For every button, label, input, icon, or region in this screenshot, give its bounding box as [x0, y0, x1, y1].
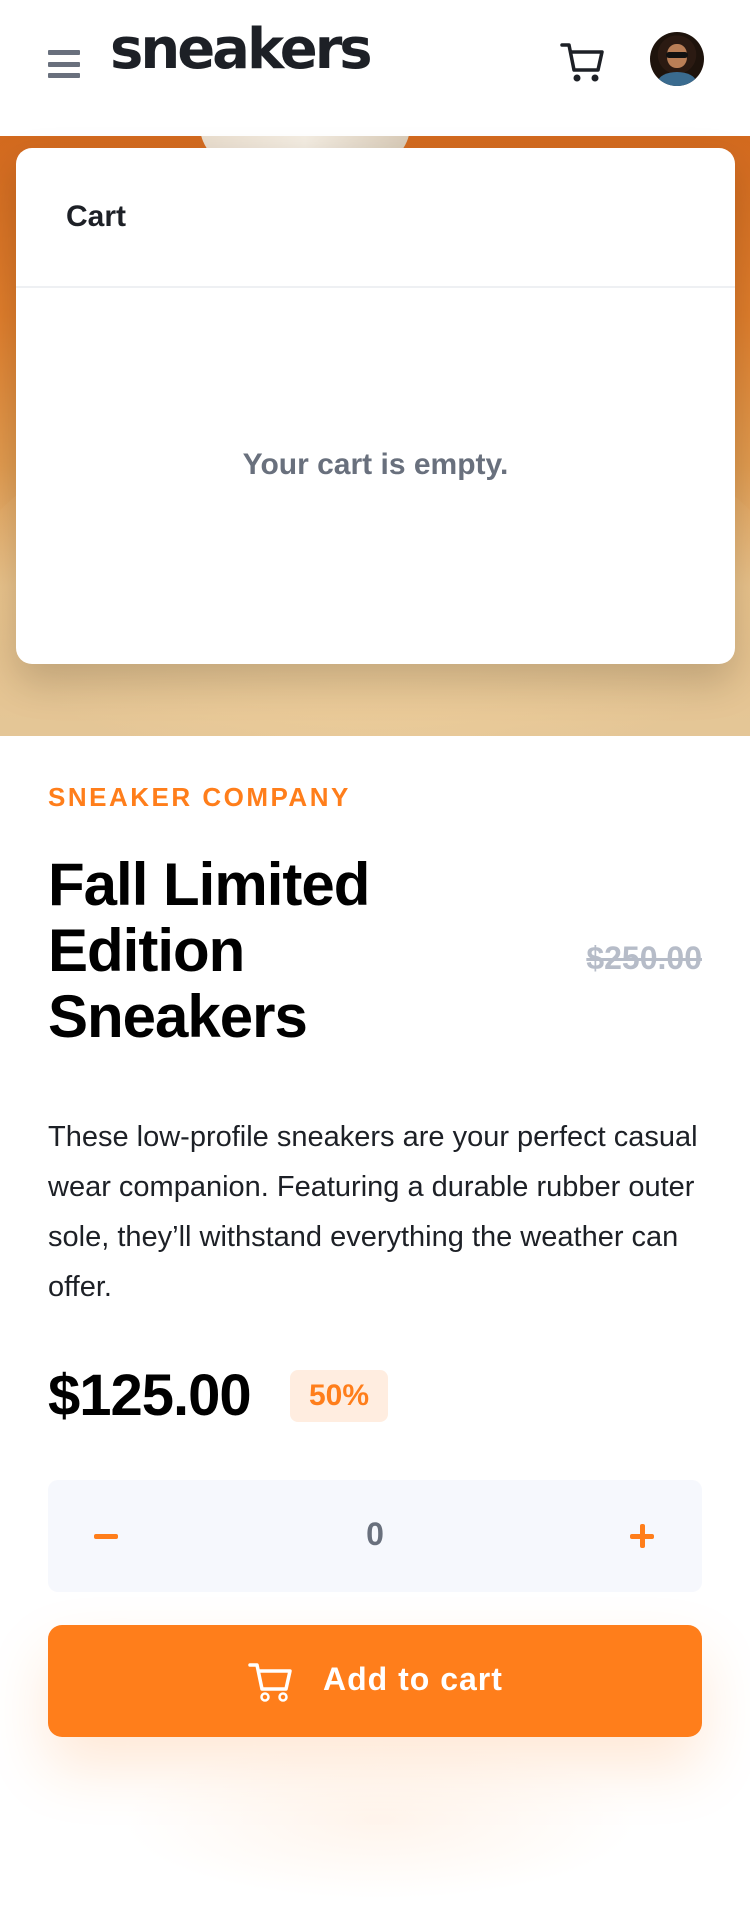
cart-dropdown: Cart Your cart is empty. [16, 148, 735, 664]
quantity-value: 0 [366, 1516, 384, 1552]
product-title: Fall Limited Edition Sneakers [48, 851, 370, 1050]
discount-badge: 50% [290, 1370, 388, 1422]
cart-title: Cart [66, 200, 127, 233]
original-price: $250.00 [586, 940, 702, 976]
logo[interactable]: sneakers [110, 22, 373, 78]
add-to-cart-label: Add to cart [323, 1661, 503, 1697]
cart-icon[interactable] [560, 40, 606, 86]
cart-icon [248, 1663, 292, 1702]
quantity-stepper: 0 [48, 1480, 702, 1592]
add-to-cart-button[interactable]: Add to cart [48, 1625, 702, 1737]
product-description: These low-profile sneakers are your perf… [48, 1121, 698, 1303]
hamburger-menu-icon[interactable] [48, 50, 80, 78]
cart-empty-message: Your cart is empty. [242, 448, 509, 481]
avatar[interactable] [650, 32, 704, 86]
cart-divider [16, 286, 735, 288]
product-brand: SNEAKER COMPANY [48, 782, 351, 812]
current-price: $125.00 [48, 1363, 252, 1428]
plus-icon[interactable] [630, 1524, 654, 1548]
header: sneakers [0, 0, 750, 136]
button-glow [120, 1740, 640, 1900]
